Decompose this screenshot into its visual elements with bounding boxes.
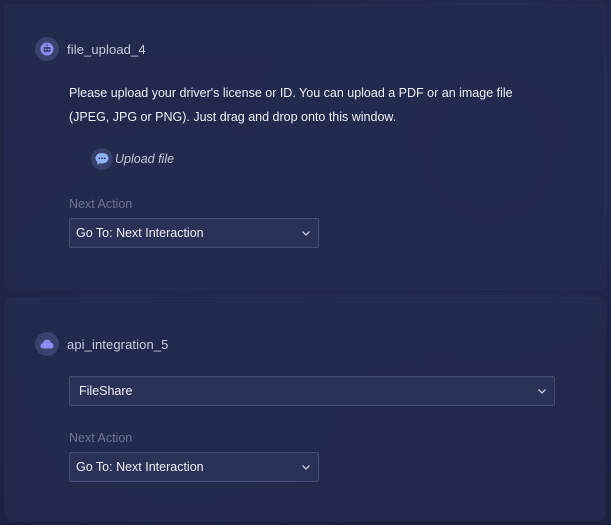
next-action-label: Next Action: [69, 431, 133, 445]
node-title: file_upload_4: [67, 41, 146, 57]
chevron-down-icon: [302, 465, 310, 470]
upload-file-label: Upload file: [115, 152, 175, 166]
node-header: api_integration_5: [35, 332, 168, 356]
cloud-icon: [35, 332, 59, 356]
file-upload-node-card: file_upload_4 Please upload your driver'…: [5, 5, 605, 289]
service-select[interactable]: FileShare: [69, 376, 555, 406]
next-action-select[interactable]: Go To: Next Interaction: [69, 218, 319, 248]
node-header: file_upload_4: [35, 37, 146, 61]
chevron-down-icon: [302, 231, 310, 236]
upload-file-option[interactable]: Upload file: [91, 148, 174, 170]
node-title: api_integration_5: [67, 336, 169, 352]
next-action-label: Next Action: [69, 197, 133, 211]
next-action-value: Go To: Next Interaction: [76, 226, 204, 240]
chevron-down-icon: [538, 389, 546, 394]
upload-prompt-text: Please upload your driver's license or I…: [69, 86, 513, 124]
api-integration-node-card: api_integration_5 FileShare Next Action …: [5, 298, 605, 520]
service-value: FileShare: [79, 384, 133, 398]
next-action-select[interactable]: Go To: Next Interaction: [69, 452, 319, 482]
next-action-value: Go To: Next Interaction: [76, 460, 204, 474]
chat-bubble-icon: [91, 148, 113, 170]
robot-icon: [35, 37, 59, 61]
